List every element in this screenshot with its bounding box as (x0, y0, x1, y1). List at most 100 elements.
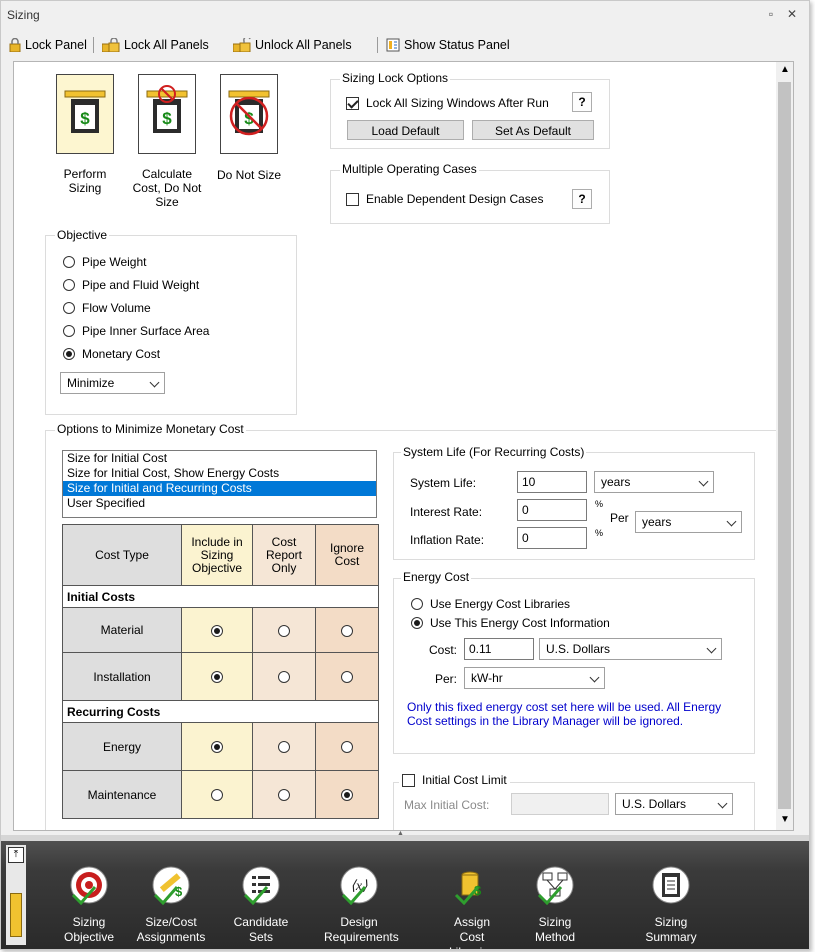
perform-sizing-button[interactable]: $ (56, 74, 114, 154)
radio-button[interactable] (278, 741, 290, 754)
vertical-scrollbar[interactable]: ▲ ▼ (776, 62, 793, 830)
restore-icon[interactable]: ▫ (764, 7, 778, 21)
radio-button[interactable] (411, 617, 423, 629)
system-life-input[interactable]: 10 (517, 471, 587, 493)
checkbox-box[interactable] (402, 773, 415, 787)
show-status-panel-button[interactable]: Show Status Panel (386, 35, 510, 55)
radio-button[interactable] (211, 671, 223, 684)
objective-option-pipe-weight[interactable]: Pipe Weight (63, 255, 146, 269)
nav-label-line1: Assign (453, 915, 491, 929)
radio-button[interactable] (278, 789, 290, 802)
list-item[interactable]: Size for Initial Cost (63, 451, 376, 466)
scroll-down-icon[interactable]: ▼ (780, 814, 790, 825)
scrollbar-thumb[interactable] (778, 82, 791, 809)
nav-sizing-method[interactable]: Sizing Method (520, 865, 590, 945)
energy-per-unit-select[interactable]: kW-hr (464, 667, 605, 689)
nav-label: Sizing Objective (54, 915, 124, 945)
nav-sizing-summary[interactable]: Sizing Summary (636, 865, 706, 945)
nav-size-cost-assignments[interactable]: $ Size/Cost Assignments (136, 865, 206, 945)
system-life-unit-select[interactable]: years (594, 471, 714, 493)
nav-label-line2: Assignments (136, 930, 206, 944)
clipboard-icon (652, 866, 690, 904)
radio-button[interactable] (211, 624, 223, 637)
option-label: Use This Energy Cost Information (430, 616, 610, 630)
energy-cost-input[interactable]: 0.11 (464, 638, 534, 660)
radio-button[interactable] (63, 256, 75, 268)
unlock-all-panels-button[interactable]: Unlock All Panels (233, 35, 352, 55)
objective-direction-select[interactable]: Minimize (60, 372, 165, 394)
radio-button[interactable] (211, 741, 223, 754)
select-value: U.S. Dollars (622, 797, 687, 811)
show-status-label: Show Status Panel (404, 38, 510, 52)
nav-design-requirements[interactable]: ⟨x⟩ Design Requirements (324, 865, 399, 945)
header-cost-type: Cost Type (62, 524, 182, 586)
rate-per-unit-select[interactable]: years (635, 511, 742, 533)
clipboard-dollar-icon: $ (64, 90, 106, 133)
header-report: Cost Report Only (252, 524, 316, 586)
close-icon[interactable]: ✕ (785, 7, 799, 21)
nav-candidate-sets[interactable]: Candidate Sets (226, 865, 296, 945)
load-default-button[interactable]: Load Default (347, 120, 464, 140)
initial-cost-currency-select[interactable]: U.S. Dollars (615, 793, 733, 815)
system-life-label: System Life: (410, 476, 477, 490)
max-initial-cost-input[interactable] (511, 793, 609, 815)
nav-assign-cost-libraries[interactable]: $ AssignCost Libraries (437, 865, 507, 949)
checkbox-box[interactable] (346, 96, 359, 110)
radio-button[interactable] (63, 325, 75, 337)
radio-button[interactable] (278, 671, 290, 684)
enable-dependent-cases-checkbox[interactable]: Enable Dependent Design Cases (346, 192, 543, 206)
radio-button[interactable] (278, 624, 290, 637)
list-item-selected[interactable]: Size for Initial and Recurring Costs (63, 481, 376, 496)
use-this-energy-cost-option[interactable]: Use This Energy Cost Information (411, 616, 610, 630)
radio-button[interactable] (211, 789, 223, 802)
flowchart-icon (536, 866, 574, 905)
objective-option-pipe-fluid-weight[interactable]: Pipe and Fluid Weight (63, 278, 199, 292)
objective-option-inner-surface[interactable]: Pipe Inner Surface Area (63, 324, 209, 338)
nav-label-line1: Sizing (72, 915, 106, 929)
energy-currency-select[interactable]: U.S. Dollars (539, 638, 722, 660)
option-label: Use Energy Cost Libraries (430, 597, 571, 611)
chevron-down-icon (698, 476, 709, 487)
checkbox-box[interactable] (346, 192, 359, 206)
radio-button[interactable] (63, 302, 75, 314)
radio-button[interactable] (63, 348, 75, 360)
use-energy-libraries-option[interactable]: Use Energy Cost Libraries (411, 597, 570, 611)
multiple-cases-help-button[interactable]: ? (572, 189, 592, 209)
interest-rate-input[interactable]: 0 (517, 499, 587, 521)
set-as-default-button[interactable]: Set As Default (472, 120, 594, 140)
nav-label: Sizing Summary (636, 915, 706, 945)
scroll-up-icon[interactable]: ▲ (780, 64, 790, 75)
clipboard-dollar-no-ruler-icon: $ (146, 85, 188, 133)
lock-all-panels-button[interactable]: Lock All Panels (102, 35, 209, 55)
inflation-rate-input[interactable]: 0 (517, 527, 587, 549)
per-label: Per (610, 511, 629, 525)
radio-button[interactable] (341, 789, 353, 802)
radio-button[interactable] (341, 671, 353, 684)
nav-sizing-objective[interactable]: Sizing Objective (54, 865, 124, 945)
nav-label-line1: Size/Cost (145, 915, 197, 929)
section-row-initial: Initial Costs (62, 585, 379, 608)
list-item[interactable]: Size for Initial Cost, Show Energy Costs (63, 466, 376, 481)
ruler-icon[interactable] (10, 893, 22, 937)
list-item[interactable]: User Specified (63, 496, 376, 511)
lock-panel-button[interactable]: Lock Panel (9, 35, 87, 55)
cost-method-listbox[interactable]: Size for Initial Cost Size for Initial C… (62, 450, 377, 518)
radio-button[interactable] (341, 624, 353, 637)
objective-option-monetary-cost[interactable]: Monetary Cost (63, 347, 160, 361)
calculate-cost-button[interactable]: $ (138, 74, 196, 154)
sizing-lock-help-button[interactable]: ? (572, 92, 592, 112)
cell-report (252, 652, 316, 701)
interest-percent-label: % (595, 499, 604, 509)
select-value: years (642, 515, 672, 529)
perform-sizing-label: Perform Sizing (63, 167, 107, 195)
toolbar: Lock Panel Lock All Panels Unlock All Pa… (1, 33, 809, 57)
cell-include (181, 607, 253, 653)
objective-option-flow-volume[interactable]: Flow Volume (63, 301, 151, 315)
radio-button[interactable] (411, 598, 423, 610)
do-not-size-button[interactable]: $ (220, 74, 278, 154)
lock-all-sizing-checkbox[interactable]: Lock All Sizing Windows After Run (346, 96, 549, 110)
radio-button[interactable] (341, 741, 353, 754)
radio-button[interactable] (63, 279, 75, 291)
initial-cost-limit-checkbox[interactable]: Initial Cost Limit (399, 773, 510, 787)
pin-icon[interactable]: ⤒ (8, 847, 24, 863)
